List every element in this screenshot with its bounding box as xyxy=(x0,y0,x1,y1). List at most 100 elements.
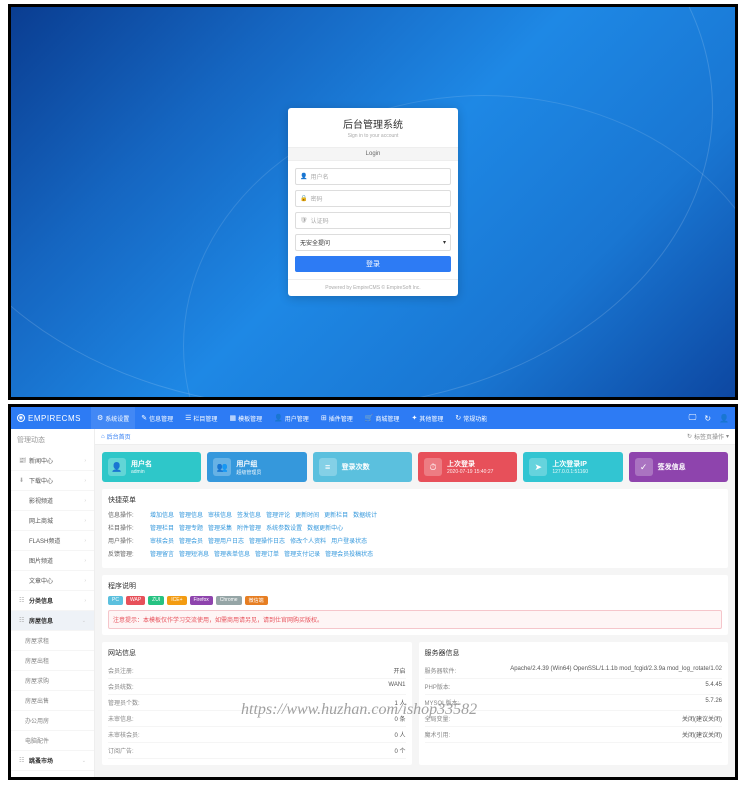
quick-link[interactable]: 审核会员 xyxy=(150,536,174,545)
quick-link[interactable]: 管理会员投稿状态 xyxy=(325,549,373,558)
chevron-icon: ⌄ xyxy=(82,618,86,624)
sidebar-item-5[interactable]: 图片频道› xyxy=(11,551,94,571)
sidebar-item-16[interactable]: 电脑配件 xyxy=(11,771,94,777)
card-icon: 👤 xyxy=(108,458,126,476)
quick-link[interactable]: 数据更新中心 xyxy=(307,523,343,532)
chevron-down-icon: ▾ xyxy=(726,433,729,440)
quick-link[interactable]: 签发信息 xyxy=(237,510,261,519)
quick-link[interactable]: 增加信息 xyxy=(150,510,174,519)
quick-link[interactable]: 管理订单 xyxy=(255,549,279,558)
quick-link[interactable]: 管理表单信息 xyxy=(214,549,250,558)
chevron-icon: › xyxy=(84,498,86,504)
quick-link[interactable]: 管理短消息 xyxy=(179,549,209,558)
stat-card-2[interactable]: ≡登录次数 xyxy=(313,452,412,482)
login-tab[interactable]: Login xyxy=(288,147,458,161)
sidebar-item-10[interactable]: 房屋出租 xyxy=(11,651,94,671)
nav-item-6[interactable]: 🛒商城管理 xyxy=(359,407,406,429)
quick-link[interactable]: 更新时间 xyxy=(295,510,319,519)
sidebar-item-11[interactable]: 房屋求购 xyxy=(11,671,94,691)
sidebar-item-4[interactable]: FLASH频道› xyxy=(11,531,94,551)
nav-item-8[interactable]: ↻常规功能 xyxy=(449,407,493,429)
desktop-icon[interactable]: 🖵 xyxy=(689,413,697,423)
sidebar-item-2[interactable]: 影视频道› xyxy=(11,491,94,511)
quick-link[interactable]: 管理操作日志 xyxy=(249,536,285,545)
sidebar-item-3[interactable]: 网上商城› xyxy=(11,511,94,531)
password-input[interactable]: 🔒 密码 xyxy=(295,190,451,207)
nav-icon: ✦ xyxy=(411,414,417,422)
quick-link[interactable]: 管理用户日志 xyxy=(208,536,244,545)
sidebar-icon: ☷ xyxy=(19,597,29,604)
quick-link[interactable]: 修改个人资料 xyxy=(290,536,326,545)
card-icon: ≡ xyxy=(319,458,337,476)
tab-operations[interactable]: ↻ 标签页操作 ▾ xyxy=(687,432,729,441)
sidebar-item-13[interactable]: 办公用房 xyxy=(11,711,94,731)
nav-icon: ↻ xyxy=(455,414,461,422)
quick-link[interactable]: 数据统计 xyxy=(353,510,377,519)
quick-link[interactable]: 管理栏目 xyxy=(150,523,174,532)
quick-link[interactable]: 管理信息 xyxy=(179,510,203,519)
lock-icon: 🔒 xyxy=(300,195,307,202)
sidebar-item-7[interactable]: ☷分类信息› xyxy=(11,591,94,611)
stat-card-3[interactable]: ⏱上次登录2020-07-19 15:40:27 xyxy=(418,452,517,482)
quick-link[interactable]: 附件管理 xyxy=(237,523,261,532)
nav-item-3[interactable]: ▦模板管理 xyxy=(223,407,268,429)
quick-link[interactable]: 管理采集 xyxy=(208,523,232,532)
quick-link[interactable]: 更新栏目 xyxy=(324,510,348,519)
username-input[interactable]: 👤 用户名 xyxy=(295,168,451,185)
browser-tag: WAP xyxy=(126,596,145,605)
quick-menu-panel: 快捷菜单 信息操作:增加信息管理信息审核信息签发信息管理评论更新时间更新栏目数据… xyxy=(102,489,728,568)
chevron-icon: ⌄ xyxy=(82,758,86,764)
nav-item-7[interactable]: ✦其他管理 xyxy=(405,407,449,429)
sidebar-item-1[interactable]: ⬇下载中心› xyxy=(11,471,94,491)
login-footer: Powered by EmpireCMS © EmpireSoft Inc. xyxy=(288,279,458,296)
sidebar-item-9[interactable]: 房屋求租 xyxy=(11,631,94,651)
sidebar: 管理动态 📰新闻中心›⬇下载中心›影视频道›网上商城›FLASH频道›图片频道›… xyxy=(11,429,95,777)
nav-item-0[interactable]: ⚙系统设置 xyxy=(91,407,135,429)
nav-item-5[interactable]: ⊞插件管理 xyxy=(315,407,359,429)
user-icon[interactable]: 👤 xyxy=(719,414,729,423)
stat-card-1[interactable]: 👥用户组超级管理员 xyxy=(207,452,306,482)
login-subtitle: Sign in to your account xyxy=(296,133,450,139)
sidebar-item-6[interactable]: 文章中心› xyxy=(11,571,94,591)
chevron-icon: › xyxy=(84,458,86,464)
sidebar-item-0[interactable]: 📰新闻中心› xyxy=(11,451,94,471)
info-row: PHP版本:5.4.45 xyxy=(425,679,723,695)
quick-link[interactable]: 系统参数设置 xyxy=(266,523,302,532)
refresh-icon[interactable]: ↻ xyxy=(704,414,711,423)
main-content: ⌂ 后台首页 ↻ 标签页操作 ▾ 👤用户名admin👥用户组超级管理员≡登录次数… xyxy=(95,429,735,777)
quick-row-1: 栏目操作:管理栏目管理专题管理采集附件管理系统参数设置数据更新中心 xyxy=(108,523,722,532)
info-row: 全局变量:关闭(建议关闭) xyxy=(425,711,723,727)
user-icon: 👤 xyxy=(300,173,307,180)
globe-icon: ◉ xyxy=(17,414,25,422)
browser-tag: Chrome xyxy=(216,596,242,605)
stat-card-0[interactable]: 👤用户名admin xyxy=(102,452,201,482)
stat-card-4[interactable]: ➤上次登录IP127.0.0.1:51160 xyxy=(523,452,622,482)
stat-card-5[interactable]: ✓签发信息 xyxy=(629,452,728,482)
login-button[interactable]: 登录 xyxy=(295,256,451,272)
nav-item-4[interactable]: 👤用户管理 xyxy=(268,407,315,429)
tab-home[interactable]: ⌂ 后台首页 xyxy=(101,432,131,441)
login-screen: 后台管理系统 Sign in to your account Login 👤 用… xyxy=(11,7,735,397)
quick-link[interactable]: 管理支付记录 xyxy=(284,549,320,558)
sidebar-item-12[interactable]: 房屋出售 xyxy=(11,691,94,711)
chevron-down-icon: ▾ xyxy=(443,239,446,246)
quick-link[interactable]: 审核信息 xyxy=(208,510,232,519)
quick-link[interactable]: 管理会员 xyxy=(179,536,203,545)
site-info-panel: 网站信息 会员注册:开启会员统数:WAN1管理员个数:1 人未审信息:0 条未审… xyxy=(102,642,412,765)
quick-link[interactable]: 管理评论 xyxy=(266,510,290,519)
chevron-icon: › xyxy=(84,558,86,564)
quick-link[interactable]: 管理专题 xyxy=(179,523,203,532)
sidebar-item-15[interactable]: ☷跳蚤市场⌄ xyxy=(11,751,94,771)
brand-logo[interactable]: ◉ EMPIRECMS xyxy=(17,414,81,423)
nav-item-1[interactable]: ✎信息管理 xyxy=(135,407,179,429)
quick-link[interactable]: 用户登录状态 xyxy=(331,536,367,545)
sidebar-item-8[interactable]: ☷房屋信息⌄ xyxy=(11,611,94,631)
quick-link[interactable]: 管理留言 xyxy=(150,549,174,558)
info-row: 会员统数:WAN1 xyxy=(108,679,406,695)
info-row: 服务器软件:Apache/2.4.39 (Win64) OpenSSL/1.1.… xyxy=(425,663,723,679)
server-info-panel: 服务器信息 服务器软件:Apache/2.4.39 (Win64) OpenSS… xyxy=(419,642,729,765)
sidebar-item-14[interactable]: 电脑配件 xyxy=(11,731,94,751)
nav-item-2[interactable]: ☰栏目管理 xyxy=(179,407,223,429)
security-question-select[interactable]: 无安全提问 ▾ xyxy=(295,234,451,251)
captcha-input[interactable]: 🛡 认证码 xyxy=(295,212,451,229)
